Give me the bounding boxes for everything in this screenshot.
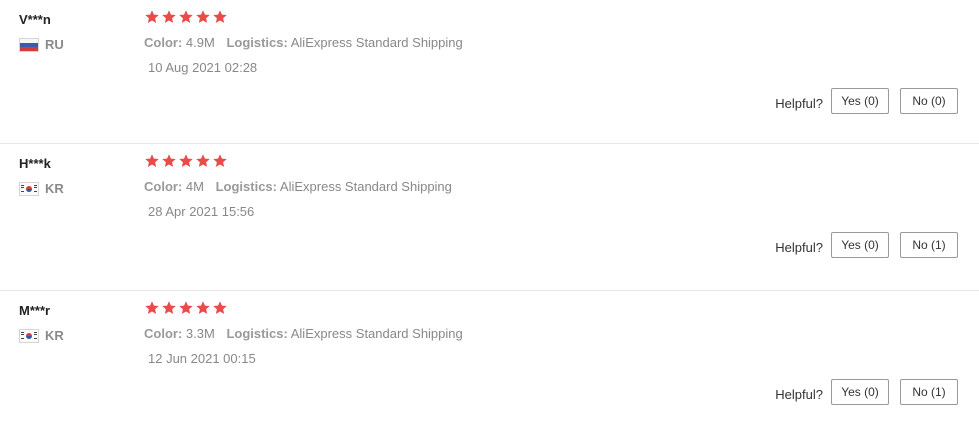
- country-code: KR: [45, 328, 64, 343]
- logistics-value: AliExpress Standard Shipping: [290, 35, 463, 50]
- helpful-no-button[interactable]: No (0): [900, 88, 958, 114]
- helpful-no-button[interactable]: No (1): [900, 232, 958, 258]
- star-icon: [178, 153, 194, 169]
- helpful-yes-button[interactable]: Yes (0): [831, 379, 889, 405]
- star-icon: [212, 153, 228, 169]
- helpful-controls: Helpful? Yes (0) No (0): [775, 88, 958, 114]
- reviewer-country: KR: [19, 328, 64, 343]
- review-item: V***n RU Color: 4.9M Logistics: AliExpre…: [0, 0, 979, 143]
- color-label: Color:: [144, 179, 183, 194]
- star-icon: [195, 9, 211, 25]
- review-meta: Color: 4M Logistics: AliExpress Standard…: [144, 179, 460, 194]
- star-icon: [144, 153, 160, 169]
- star-icon: [212, 300, 228, 316]
- helpful-yes-button[interactable]: Yes (0): [831, 232, 889, 258]
- korea-flag-icon: [19, 181, 39, 196]
- logistics-label: Logistics:: [226, 35, 288, 50]
- reviewer-name: V***n: [19, 12, 51, 27]
- review-date: 28 Apr 2021 15:56: [148, 204, 255, 219]
- review-item: H***k KR Color: 4M Logistics: AliExpress…: [0, 143, 979, 290]
- logistics-value: AliExpress Standard Shipping: [290, 326, 463, 341]
- review-item: M***r KR Color: 3.3M Logistics: AliExpre…: [0, 290, 979, 433]
- reviewer-name: H***k: [19, 156, 51, 171]
- review-date: 12 Jun 2021 00:15: [148, 351, 256, 366]
- star-icon: [144, 9, 160, 25]
- helpful-controls: Helpful? Yes (0) No (1): [775, 379, 958, 405]
- review-meta: Color: 4.9M Logistics: AliExpress Standa…: [144, 35, 471, 50]
- review-list: V***n RU Color: 4.9M Logistics: AliExpre…: [0, 0, 979, 433]
- helpful-label: Helpful?: [775, 95, 823, 111]
- helpful-controls: Helpful? Yes (0) No (1): [775, 232, 958, 258]
- star-rating: [144, 300, 228, 316]
- color-label: Color:: [144, 35, 183, 50]
- logistics-label: Logistics:: [215, 179, 277, 194]
- color-value: 3.3M: [185, 326, 215, 341]
- country-code: RU: [45, 37, 64, 52]
- star-icon: [161, 153, 177, 169]
- color-value: 4M: [185, 179, 204, 194]
- reviewer-name: M***r: [19, 303, 51, 318]
- star-icon: [212, 9, 228, 25]
- review-meta: Color: 3.3M Logistics: AliExpress Standa…: [144, 326, 471, 341]
- helpful-label: Helpful?: [775, 386, 823, 402]
- logistics-value: AliExpress Standard Shipping: [279, 179, 452, 194]
- star-icon: [161, 9, 177, 25]
- star-icon: [144, 300, 160, 316]
- color-value: 4.9M: [185, 35, 215, 50]
- korea-flag-icon: [19, 328, 39, 343]
- russia-flag-icon: [19, 37, 39, 52]
- star-icon: [178, 9, 194, 25]
- star-rating: [144, 9, 228, 25]
- color-label: Color:: [144, 326, 183, 341]
- star-icon: [195, 153, 211, 169]
- star-icon: [161, 300, 177, 316]
- helpful-yes-button[interactable]: Yes (0): [831, 88, 889, 114]
- star-rating: [144, 153, 228, 169]
- review-date: 10 Aug 2021 02:28: [148, 60, 258, 75]
- logistics-label: Logistics:: [226, 326, 288, 341]
- star-icon: [178, 300, 194, 316]
- reviewer-country: RU: [19, 37, 64, 52]
- helpful-no-button[interactable]: No (1): [900, 379, 958, 405]
- helpful-label: Helpful?: [775, 239, 823, 255]
- star-icon: [195, 300, 211, 316]
- country-code: KR: [45, 181, 64, 196]
- reviewer-country: KR: [19, 181, 64, 196]
